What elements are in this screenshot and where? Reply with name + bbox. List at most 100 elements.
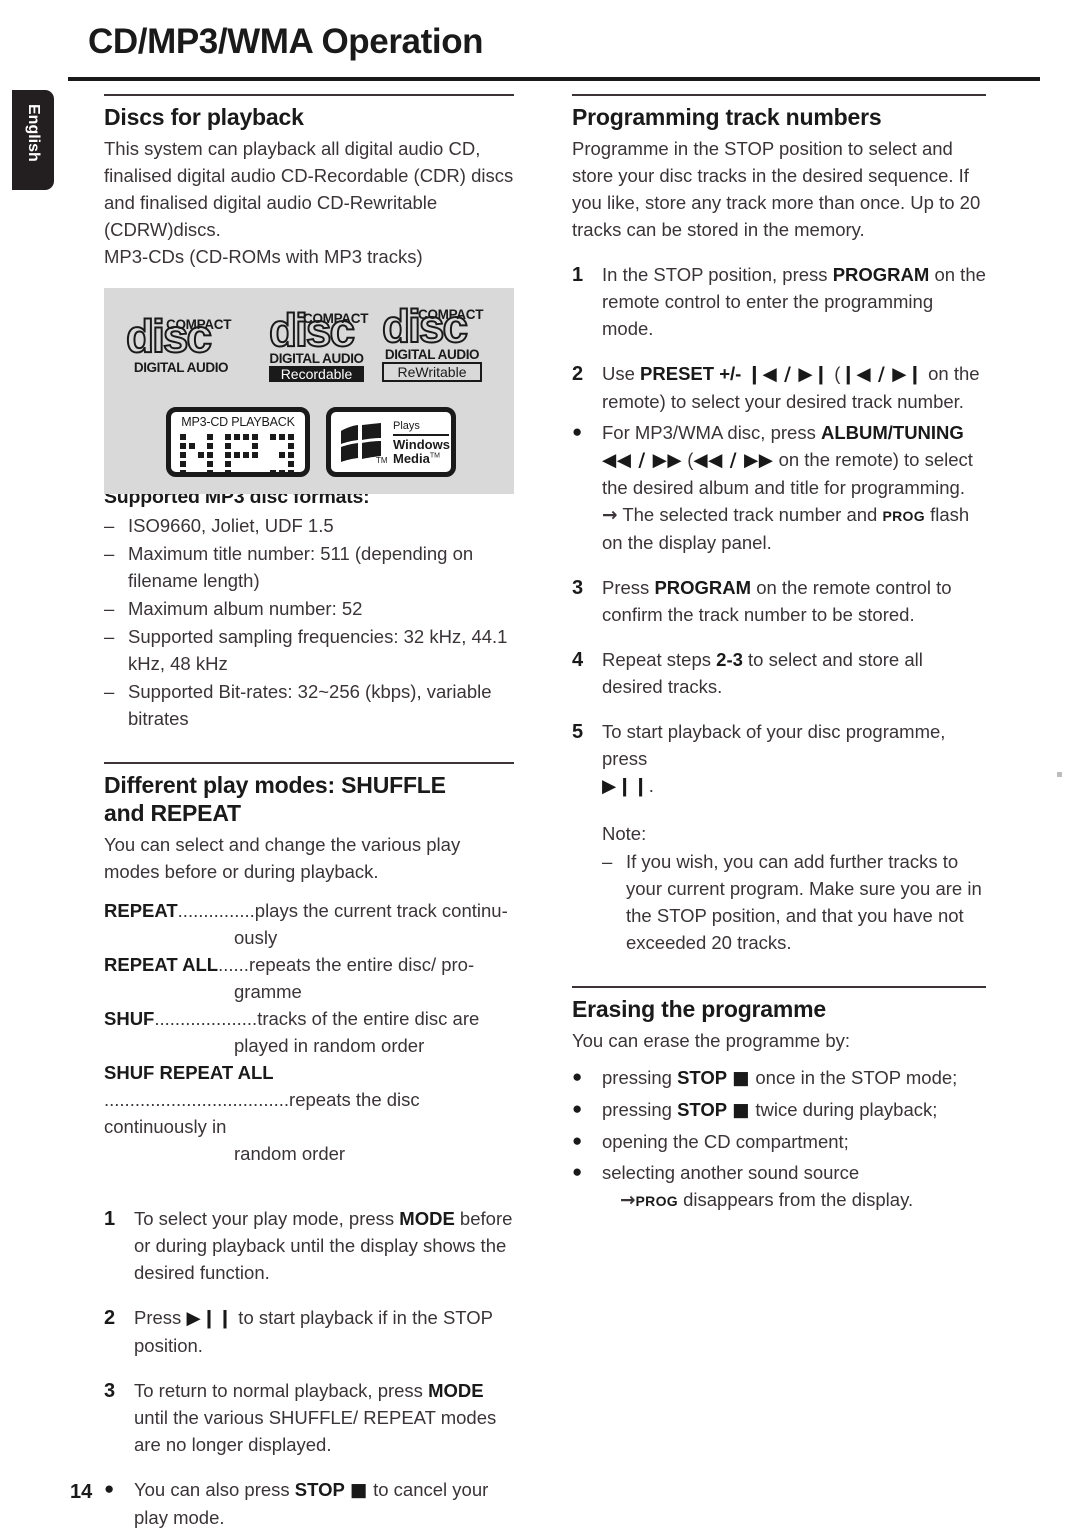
playmode-desc: tracks of the entire disc are: [257, 1007, 480, 1029]
erasing-bullet: ● pressing STOP ■ once in the STOP mode;: [572, 1064, 986, 1092]
programming-heading: Programming track numbers: [572, 104, 882, 130]
playmode-term: REPEAT: [104, 899, 178, 921]
bullet-text-a: pressing: [602, 1099, 678, 1121]
step-bold: MODE: [428, 1379, 484, 1401]
windows-media-divider: [393, 434, 449, 436]
cd-rewritable-logo: COMPACT disc DIGITAL AUDIO ReWritable: [381, 294, 484, 382]
step-text-b: (: [829, 363, 841, 385]
dash-marker: –: [104, 680, 115, 702]
format-item-text: Maximum album number: 52: [128, 597, 363, 619]
prog-indicator-label: PROG: [882, 508, 925, 525]
note-block: Note: – If you wish, you can add further…: [572, 820, 986, 956]
playmode-term: SHUF REPEAT ALL: [104, 1061, 274, 1083]
bullet-text: selecting another sound source →PROG dis…: [602, 1159, 986, 1214]
erasing-intro: You can erase the programme by:: [572, 1030, 851, 1052]
prev-next-track-icon-remote: ❙◀ / ▶❙: [840, 364, 923, 386]
fast-rewind-forward-icon: ◀◀ / ▶▶: [602, 450, 683, 472]
format-item-text: Supported Bit-rates: 32~256 (kbps), vari…: [128, 680, 492, 729]
step-text-b: (: [682, 449, 694, 471]
discs-section-rule: [104, 94, 514, 96]
cdrw-logo-compact-text: COMPACT: [418, 307, 484, 322]
bullet-text-a: pressing: [602, 1067, 678, 1089]
erasing-bullet: ● selecting another sound source →PROG d…: [572, 1159, 986, 1214]
cdrw-logo-band: ReWritable: [382, 361, 482, 382]
step-number: 5: [572, 721, 584, 744]
windows-flag-tm: TM: [376, 456, 388, 465]
bullet-marker: ●: [572, 422, 583, 442]
mp3-dot-matrix-wordmark: [180, 434, 294, 479]
discs-heading: Discs for playback: [104, 104, 304, 130]
erasing-bullet: ● opening the CD compartment;: [572, 1128, 986, 1155]
result-text-a: The selected track number and: [617, 504, 883, 526]
playmode-definition: SHUF....................tracks of the en…: [104, 1005, 514, 1059]
cdr-logo-subtitle: DIGITAL AUDIO: [269, 350, 364, 366]
step-text-a: Use: [602, 363, 641, 385]
playmode-step: 2 Press ▶❙❙ to start playback if in the …: [104, 1304, 514, 1359]
windows-media-text: Plays Windows MediaTM: [393, 420, 450, 467]
step-number: 3: [572, 577, 584, 600]
result-text: disappears from the display.: [677, 1189, 914, 1211]
leader-dots: ....................: [154, 1007, 258, 1029]
erasing-bullet: ● pressing STOP ■ twice during playback;: [572, 1096, 986, 1124]
prog-indicator-label: PROG: [635, 1193, 678, 1210]
step-bold: 2-3: [716, 649, 743, 671]
result-arrow-icon: →: [620, 1190, 636, 1212]
step-text: To return to normal playback, press MODE…: [134, 1377, 514, 1458]
step-text-b: .: [648, 775, 654, 797]
step-text: For MP3/WMA disc, press ALBUM/TUNING ◀◀ /…: [602, 419, 986, 556]
bullet-marker: ●: [104, 1478, 115, 1498]
leader-dots: ....................................: [104, 1088, 290, 1110]
stop-icon: ■: [732, 1100, 751, 1122]
step-bold: MODE: [399, 1207, 455, 1229]
format-item-text: ISO9660, Joliet, UDF 1.5: [128, 514, 334, 536]
playmodes-intro: You can select and change the various pl…: [104, 833, 461, 882]
bullet-marker: ●: [572, 1067, 583, 1087]
playmodes-section-rule: [104, 761, 514, 764]
step-text-a: Press: [134, 1306, 187, 1328]
discs-paragraph-2: MP3-CDs (CD-ROMs with MP3 tracks): [104, 246, 423, 268]
windows-media-line2-text: Media: [393, 451, 430, 467]
playmode-bullet: ● You can also press STOP ■ to cancel yo…: [104, 1476, 514, 1531]
step-text-a: Press: [602, 577, 655, 599]
plays-windows-media-badge: TM Plays Windows MediaTM: [326, 407, 456, 477]
bullet-text-b: twice during playback;: [750, 1099, 938, 1121]
page-number: 14: [70, 1481, 93, 1503]
programming-step-5: 5 To start playback of your disc program…: [572, 718, 986, 800]
step-text-a: Repeat steps: [602, 649, 717, 671]
playmode-desc-cont: random order: [234, 1142, 346, 1164]
fast-rewind-forward-icon-remote: ◀◀ / ▶▶: [693, 450, 774, 472]
programming-intro: Programme in the STOP position to select…: [572, 138, 981, 241]
playmode-desc-cont: played in random order: [234, 1034, 425, 1056]
bullet-text: pressing STOP ■ twice during playback;: [602, 1096, 986, 1124]
playmodes-heading: Different play modes: SHUFFLE and REPEAT: [104, 771, 514, 827]
bullet-marker: ●: [572, 1131, 583, 1151]
disc-format-logos-panel: COMPACT disc DIGITAL AUDIO COMPACT disc …: [104, 288, 514, 494]
step-bold: PRESET +/-: [640, 363, 742, 385]
language-tab-label: English: [25, 104, 42, 162]
stop-icon: ■: [732, 1068, 751, 1090]
result-arrow-icon: →: [602, 505, 618, 527]
step-number: 1: [104, 1207, 116, 1230]
cd-recordable-logo: COMPACT disc DIGITAL AUDIO Recordable: [268, 298, 368, 382]
step-text-a: You can also press: [134, 1478, 295, 1500]
margin-mark: [1057, 772, 1062, 777]
step-bold: PROGRAM: [654, 577, 752, 599]
right-column: Programming track numbers Programme in t…: [572, 94, 986, 1214]
erasing-heading: Erasing the programme: [572, 996, 826, 1023]
step-text-a: To start playback of your disc programme…: [602, 721, 946, 770]
bullet-bold: STOP: [677, 1099, 728, 1121]
format-item: – ISO9660, Joliet, UDF 1.5: [104, 512, 514, 539]
format-item-text: Maximum title number: 511 (depending on …: [128, 542, 474, 591]
programming-step-4: 4 Repeat steps 2-3 to select and store a…: [572, 646, 986, 700]
step-bold: STOP: [294, 1478, 345, 1500]
step-text-a: In the STOP position, press: [602, 264, 833, 286]
step-bold: PROGRAM: [832, 264, 930, 286]
windows-media-tm: TM: [429, 452, 440, 460]
cdr-logo-band: Recordable: [269, 365, 364, 382]
playmode-desc-cont: gramme: [234, 980, 302, 1002]
step-text-a: To return to normal playback, press: [134, 1379, 429, 1401]
stop-icon: ■: [349, 1479, 368, 1501]
programming-step-3: 3 Press PROGRAM on the remote control to…: [572, 574, 986, 628]
step-number: 2: [104, 1306, 116, 1329]
playmode-desc: repeats the entire disc/ pro-: [248, 953, 475, 975]
